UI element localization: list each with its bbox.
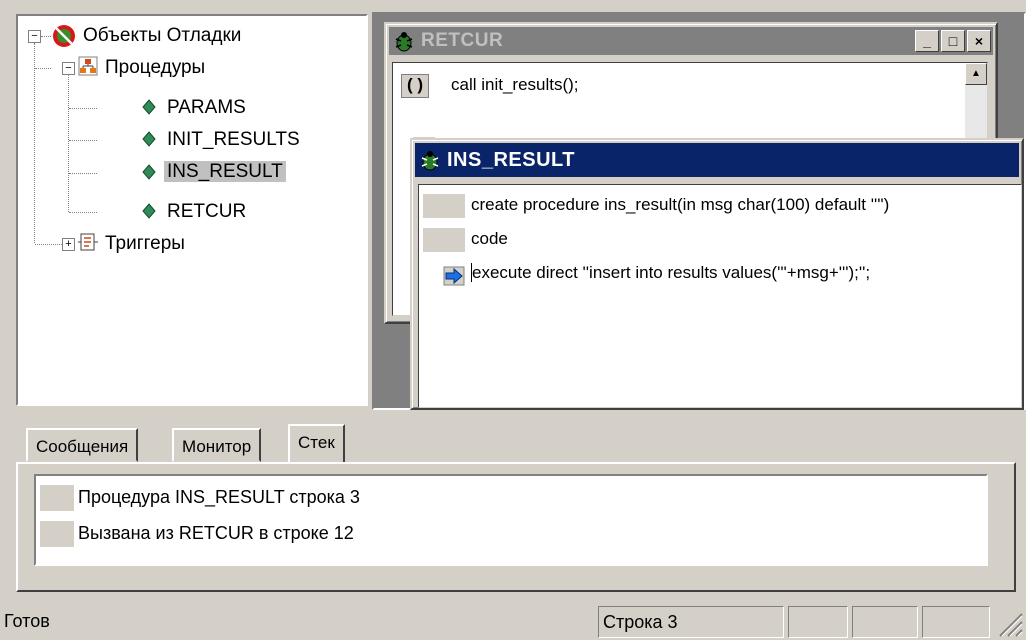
procedure-icon <box>142 203 156 219</box>
status-line: Строка 3 <box>598 606 784 638</box>
mdi-area: RETCUR _ □ × ( ) call init_results(); ▲ I… <box>372 12 1026 410</box>
stack-row[interactable]: Вызвана из RETCUR в строке 12 <box>40 518 354 548</box>
procedure-icon <box>142 99 156 115</box>
code-line: ( ) call init_results(); <box>401 71 579 99</box>
maximize-button[interactable]: □ <box>941 30 965 52</box>
tree-item-ins-result[interactable]: INS_RESULT <box>164 160 286 184</box>
tree-root[interactable]: Объекты Отладки <box>80 24 244 48</box>
status-text: Готов <box>4 611 50 631</box>
ins-result-title: INS_RESULT <box>447 148 575 171</box>
breakpoint-marker-icon: ( ) <box>401 73 429 98</box>
tree-item-init-results[interactable]: INIT_RESULTS <box>164 128 303 152</box>
tab-monitor[interactable]: Монитор <box>172 428 262 462</box>
stack-gutter <box>40 521 74 548</box>
status-panel <box>788 606 848 638</box>
collapse-root-button[interactable]: − <box>28 30 41 43</box>
close-button[interactable]: × <box>967 30 991 52</box>
call-stack-list[interactable]: Процедура INS_RESULT строка 3 Вызвана из… <box>34 474 988 566</box>
ins-result-window[interactable]: INS_RESULT create procedure ins_result(i… <box>410 138 1024 410</box>
tree-item-params[interactable]: PARAMS <box>164 96 249 120</box>
tab-stack[interactable]: Стек <box>288 424 345 464</box>
code-line: code <box>423 225 508 253</box>
status-panel <box>852 606 918 638</box>
resize-grip-icon[interactable] <box>994 608 1024 638</box>
debug-objects-icon <box>53 25 75 47</box>
minimize-button[interactable]: _ <box>915 30 939 52</box>
code-line: create procedure ins_result(in msg char(… <box>423 191 889 219</box>
procedure-icon <box>142 131 156 147</box>
stack-gutter <box>40 485 74 512</box>
stack-row[interactable]: Процедура INS_RESULT строка 3 <box>40 482 360 512</box>
status-panel <box>922 606 990 638</box>
bug-icon <box>395 32 413 52</box>
tree-procedures[interactable]: Процедуры <box>102 56 208 80</box>
triggers-icon <box>78 233 98 251</box>
code-gutter <box>423 227 465 252</box>
scroll-up-button[interactable]: ▲ <box>965 63 987 85</box>
object-tree[interactable]: − Объекты Отладки − Процедуры PARAMS INI… <box>16 14 368 406</box>
expand-triggers-button[interactable]: + <box>62 238 75 251</box>
tab-messages[interactable]: Сообщения <box>26 428 139 462</box>
retcur-title: RETCUR <box>421 30 504 51</box>
status-bar: Готов Строка 3 <box>0 602 1026 640</box>
tree-triggers[interactable]: Триггеры <box>102 232 188 256</box>
ins-result-titlebar[interactable]: INS_RESULT <box>415 143 1019 177</box>
procedure-icon <box>142 164 156 180</box>
code-gutter <box>423 193 465 218</box>
retcur-titlebar[interactable]: RETCUR _ □ × <box>389 27 993 55</box>
tree-item-retcur[interactable]: RETCUR <box>164 200 249 224</box>
ins-result-code-view[interactable]: create procedure ins_result(in msg char(… <box>418 184 1022 408</box>
execution-arrow-icon <box>423 262 465 286</box>
current-code-line: execute direct ''insert into results val… <box>423 259 871 287</box>
bug-icon <box>421 151 439 171</box>
procedures-icon <box>78 56 98 76</box>
